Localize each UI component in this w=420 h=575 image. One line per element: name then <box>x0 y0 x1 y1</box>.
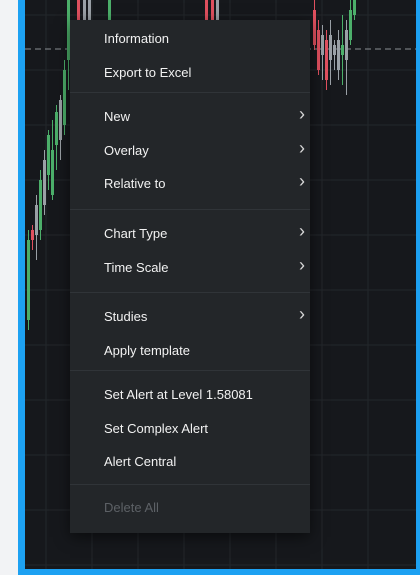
candle-body <box>353 0 356 15</box>
candle-body <box>317 30 320 70</box>
candle-body <box>313 10 316 45</box>
candle-body <box>329 35 332 60</box>
menu-item-set-alert-at-level-1-58081[interactable]: Set Alert at Level 1.58081 <box>70 380 310 410</box>
menu-separator <box>70 292 310 293</box>
candle-body <box>55 112 58 145</box>
menu-item-label: Relative to <box>104 176 166 192</box>
candle-body <box>83 0 86 20</box>
menu-separator <box>70 209 310 210</box>
candle-body <box>77 0 80 20</box>
candle-body <box>325 40 328 80</box>
candle-body <box>39 180 42 230</box>
context-menu: Information Export to Excel New › Overlay › Re… <box>70 20 310 533</box>
menu-item-chart-type[interactable]: Chart Type › <box>70 219 310 249</box>
menu-separator <box>70 484 310 485</box>
chevron-right-icon: › <box>299 304 305 324</box>
candle-body <box>349 10 352 40</box>
menu-item-label: Information <box>104 31 170 46</box>
candle-body <box>108 0 111 20</box>
menu-item-studies[interactable]: Studies › <box>70 302 310 332</box>
candle-body <box>63 70 66 125</box>
candle-body <box>43 160 46 205</box>
menu-item-label: Export to Excel <box>104 64 192 80</box>
candle-body <box>35 205 38 235</box>
chevron-right-icon: › <box>299 137 305 158</box>
candle-body <box>88 0 91 20</box>
menu-item-label: Studies <box>104 309 148 324</box>
menu-item-time-scale[interactable]: Time Scale › <box>70 253 310 283</box>
menu-item-label: Apply template <box>104 342 190 358</box>
menu-item-new[interactable]: New › <box>70 102 310 132</box>
chevron-right-icon: › <box>299 104 305 124</box>
menu-item-apply-template[interactable]: Apply template <box>70 336 310 366</box>
candle-body <box>51 150 54 195</box>
candle-body <box>333 45 336 55</box>
menu-item-export-to-excel[interactable]: Export to Excel <box>70 58 310 88</box>
candle-body <box>211 0 214 20</box>
candle-body <box>31 230 34 240</box>
menu-item-label: Delete All <box>104 500 159 515</box>
candle-body <box>47 135 50 175</box>
menu-item-label: Time Scale <box>104 259 169 275</box>
menu-separator <box>70 92 310 93</box>
menu-item-relative-to[interactable]: Relative to › <box>70 169 310 199</box>
chevron-right-icon: › <box>299 254 305 275</box>
candle-body <box>216 0 219 20</box>
chevron-right-icon: › <box>299 171 305 192</box>
menu-item-overlay[interactable]: Overlay › <box>70 136 310 166</box>
candle-body <box>341 45 344 55</box>
menu-separator <box>70 370 310 371</box>
menu-item-label: Overlay <box>104 142 149 158</box>
menu-item-set-complex-alert[interactable]: Set Complex Alert <box>70 414 310 444</box>
menu-item-label: Set Alert at Level 1.58081 <box>104 387 253 402</box>
candle-body <box>205 0 208 20</box>
candle-body <box>345 30 348 60</box>
menu-item-delete-all: Delete All <box>70 493 310 523</box>
menu-item-label: Alert Central <box>104 454 177 470</box>
chevron-right-icon: › <box>299 221 305 241</box>
menu-item-label: Set Complex Alert <box>104 420 209 436</box>
candle-body <box>59 100 62 140</box>
candle-body <box>337 40 340 70</box>
candle-body <box>321 35 324 55</box>
candle-body <box>27 240 30 320</box>
menu-item-label: New <box>104 109 131 124</box>
menu-item-label: Chart Type <box>104 226 168 241</box>
menu-item-alert-central[interactable]: Alert Central <box>70 447 310 477</box>
menu-item-information[interactable]: Information <box>70 24 310 54</box>
